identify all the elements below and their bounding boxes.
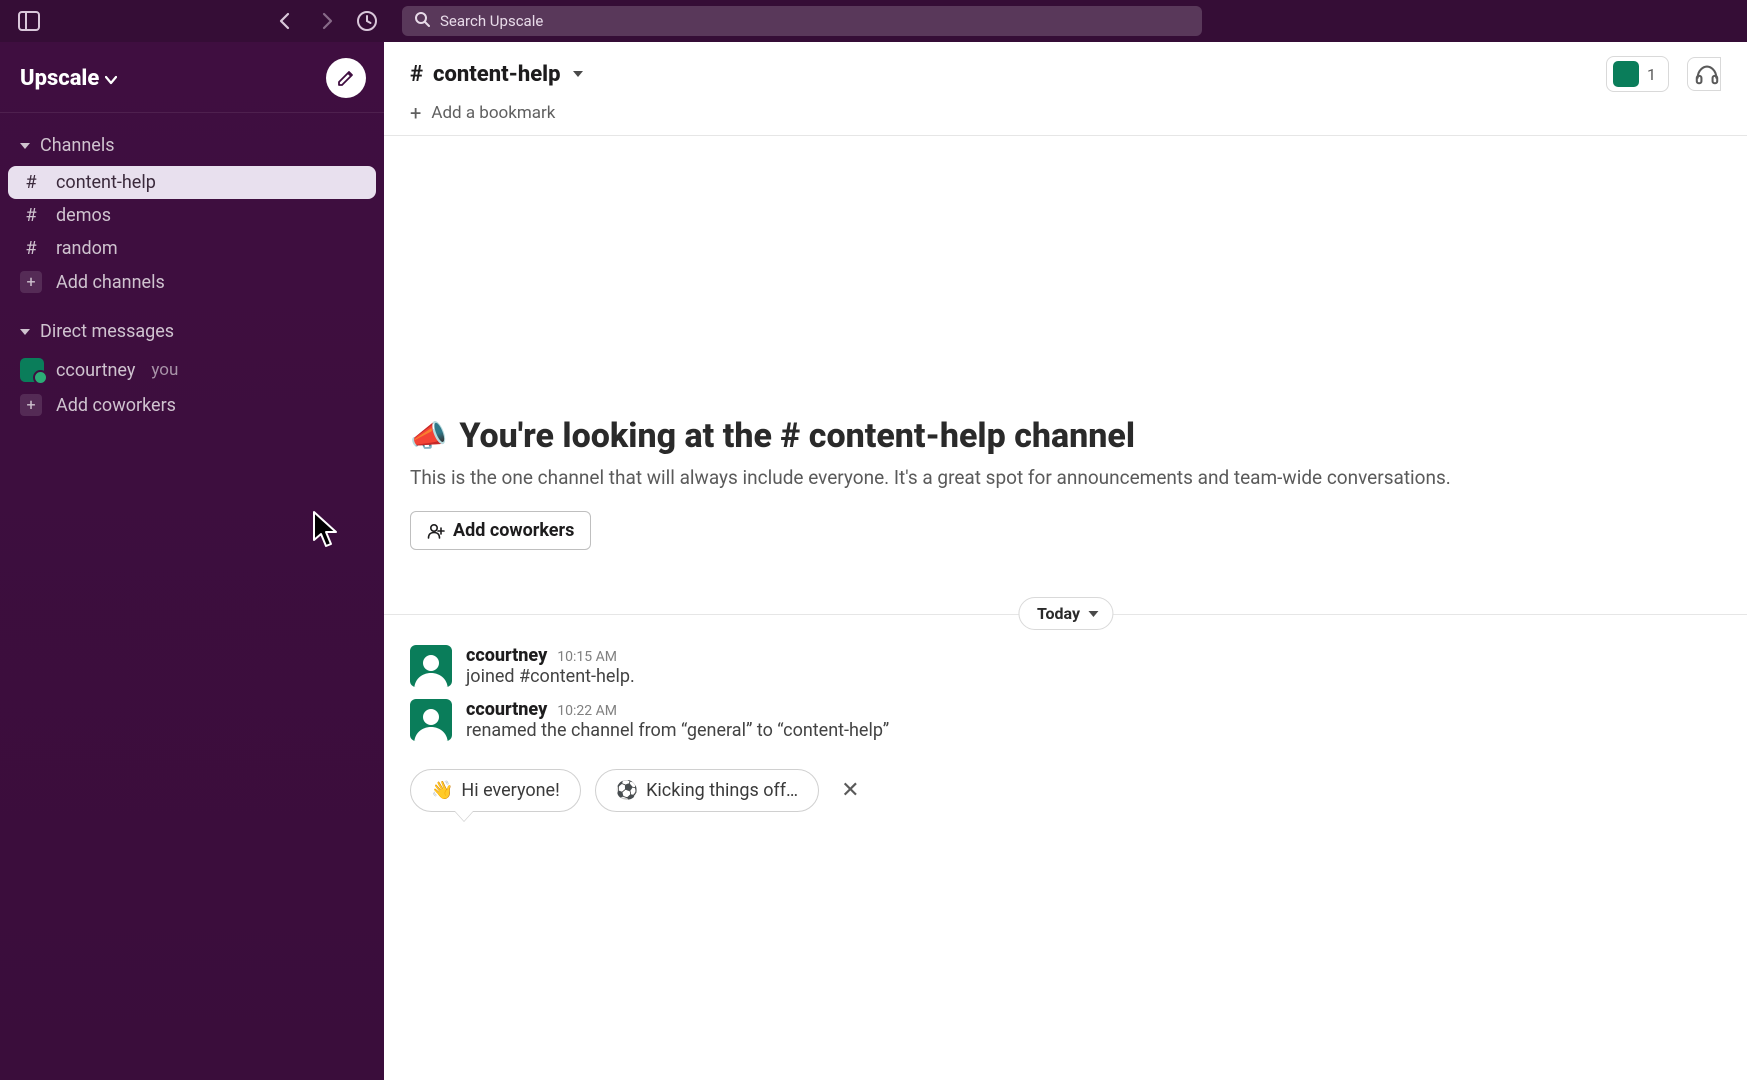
member-count: 1 <box>1647 65 1656 84</box>
caret-down-icon <box>20 329 30 335</box>
headphones-icon <box>1694 62 1720 86</box>
system-message: ccourtney 10:22 AM renamed the channel f… <box>410 693 1721 747</box>
channels-section-header[interactable]: Channels <box>0 131 384 160</box>
intro-channel: content-help <box>809 416 1006 456</box>
message-time: 10:15 AM <box>557 649 617 665</box>
channel-title: content-help <box>433 62 560 87</box>
message-body: joined #content-help. <box>466 666 635 687</box>
hash-icon: # <box>410 62 423 87</box>
intro-text-suffix: channel <box>1006 416 1135 456</box>
avatar <box>1613 61 1639 87</box>
add-coworkers-label: Add coworkers <box>56 395 176 416</box>
workspace-switcher[interactable]: Upscale <box>20 66 117 91</box>
add-bookmark[interactable]: + Add a bookmark <box>384 99 1747 136</box>
channel-intro: 📣 You're looking at the # content-help c… <box>384 136 1747 590</box>
system-message: ccourtney 10:15 AM joined #content-help. <box>410 639 1721 693</box>
compose-icon <box>336 68 356 88</box>
intro-text-prefix: You're looking at the <box>459 416 780 456</box>
channels-label: Channels <box>40 135 115 156</box>
add-channels-label: Add channels <box>56 272 165 293</box>
chevron-down-icon <box>105 66 117 91</box>
chevron-down-icon <box>1088 611 1098 617</box>
chevron-down-icon <box>573 71 583 77</box>
channel-title-button[interactable]: # content-help <box>410 62 583 87</box>
dm-name: ccourtney <box>56 360 135 381</box>
plus-icon: + <box>20 394 42 416</box>
suggestion-label: Hi everyone! <box>461 780 559 801</box>
plus-icon: + <box>410 103 421 123</box>
add-coworkers-button[interactable]: Add coworkers <box>410 511 591 550</box>
add-coworkers[interactable]: + Add coworkers <box>8 388 376 422</box>
suggestion-kicking-off[interactable]: ⚽ Kicking things off… <box>595 769 819 812</box>
suggestion-label: Kicking things off… <box>646 780 798 801</box>
message-author[interactable]: ccourtney <box>466 645 547 666</box>
channel-content-help[interactable]: # content-help <box>8 166 376 199</box>
workspace-name: Upscale <box>20 66 99 91</box>
message-time: 10:22 AM <box>557 703 617 719</box>
channel-name: content-help <box>56 172 156 193</box>
channel-name: demos <box>56 205 111 226</box>
date-jump-button[interactable]: Today <box>1018 597 1113 630</box>
members-button[interactable]: 1 <box>1606 56 1669 92</box>
soccer-icon: ⚽ <box>616 780 638 801</box>
channel-name: random <box>56 238 118 259</box>
dismiss-suggestions[interactable]: ✕ <box>833 774 867 807</box>
date-label: Today <box>1037 604 1080 623</box>
add-coworkers-btn-label: Add coworkers <box>453 520 574 541</box>
dm-self[interactable]: ccourtney you <box>8 352 376 388</box>
hash-icon: # <box>20 172 42 193</box>
message-suggestions: 👋 Hi everyone! ⚽ Kicking things off… ✕ <box>384 747 1747 834</box>
channel-pane: # content-help 1 + Add a bookmark <box>384 42 1747 1080</box>
message-author[interactable]: ccourtney <box>466 699 547 720</box>
compose-button[interactable] <box>326 58 366 98</box>
add-person-icon <box>427 522 445 540</box>
nav-back-icon[interactable] <box>276 11 296 31</box>
you-label: you <box>151 360 178 380</box>
caret-down-icon <box>20 143 30 149</box>
plus-icon: + <box>20 271 42 293</box>
intro-hash: # <box>780 416 808 456</box>
add-channels[interactable]: + Add channels <box>8 265 376 299</box>
hash-icon: # <box>20 205 42 226</box>
dm-label: Direct messages <box>40 321 174 342</box>
search-icon <box>414 11 430 31</box>
channel-demos[interactable]: # demos <box>8 199 376 232</box>
huddle-button[interactable] <box>1687 57 1721 91</box>
avatar[interactable] <box>410 699 452 741</box>
history-icon[interactable] <box>356 10 378 32</box>
dm-section-header[interactable]: Direct messages <box>0 317 384 346</box>
sidebar: Upscale Channels # content-he <box>0 42 384 1080</box>
avatar <box>20 358 44 382</box>
search-input[interactable] <box>440 12 1190 30</box>
suggestion-hi-everyone[interactable]: 👋 Hi everyone! <box>410 769 581 812</box>
intro-heading: 📣 You're looking at the # content-help c… <box>410 416 1721 456</box>
sidebar-toggle-icon[interactable] <box>18 11 40 31</box>
hash-icon: # <box>20 238 42 259</box>
topbar <box>0 0 1747 42</box>
avatar[interactable] <box>410 645 452 687</box>
intro-description: This is the one channel that will always… <box>410 466 1721 489</box>
nav-forward-icon[interactable] <box>316 11 336 31</box>
channel-random[interactable]: # random <box>8 232 376 265</box>
date-divider: Today <box>384 614 1747 615</box>
message-body: renamed the channel from “general” to “c… <box>466 720 889 741</box>
search-bar[interactable] <box>402 6 1202 36</box>
add-bookmark-label: Add a bookmark <box>431 103 555 123</box>
wave-icon: 👋 <box>431 780 453 801</box>
megaphone-icon: 📣 <box>410 419 447 454</box>
